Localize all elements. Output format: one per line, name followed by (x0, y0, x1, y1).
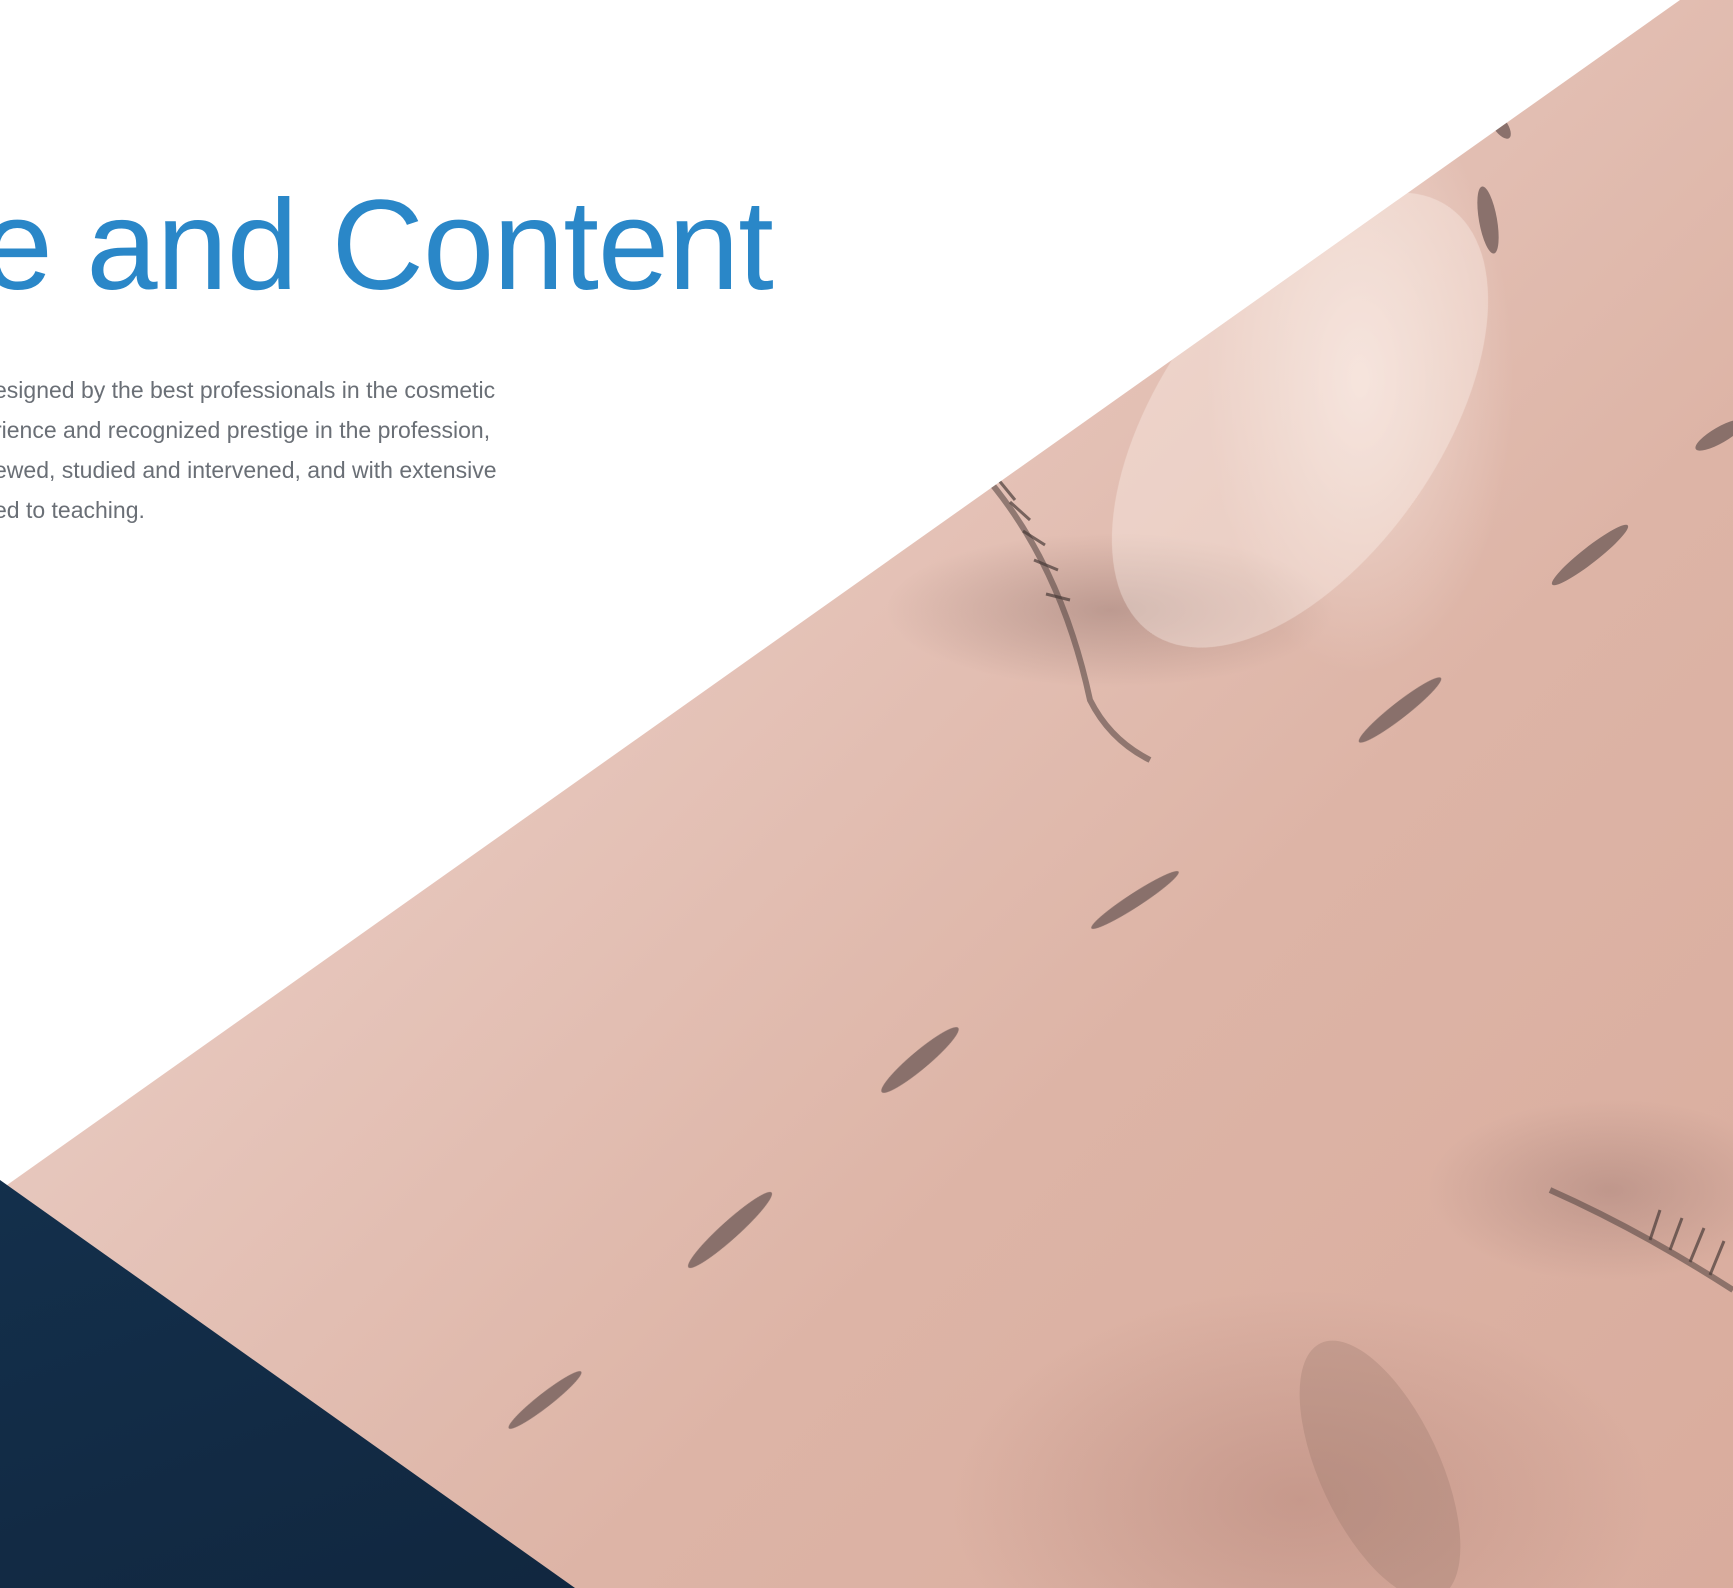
description-line: ewed, studied and intervened, and with e… (0, 457, 497, 483)
section-description: esigned by the best professionals in the… (0, 370, 564, 530)
description-line: ed to teaching. (0, 497, 145, 523)
description-line: rience and recognized prestige in the pr… (0, 417, 491, 443)
page: re and Content esigned by the best profe… (0, 0, 1733, 1588)
section-heading: re and Content (0, 174, 774, 317)
description-line: esigned by the best professionals in the… (0, 377, 496, 403)
closed-eye-lower (1548, 1187, 1733, 1293)
